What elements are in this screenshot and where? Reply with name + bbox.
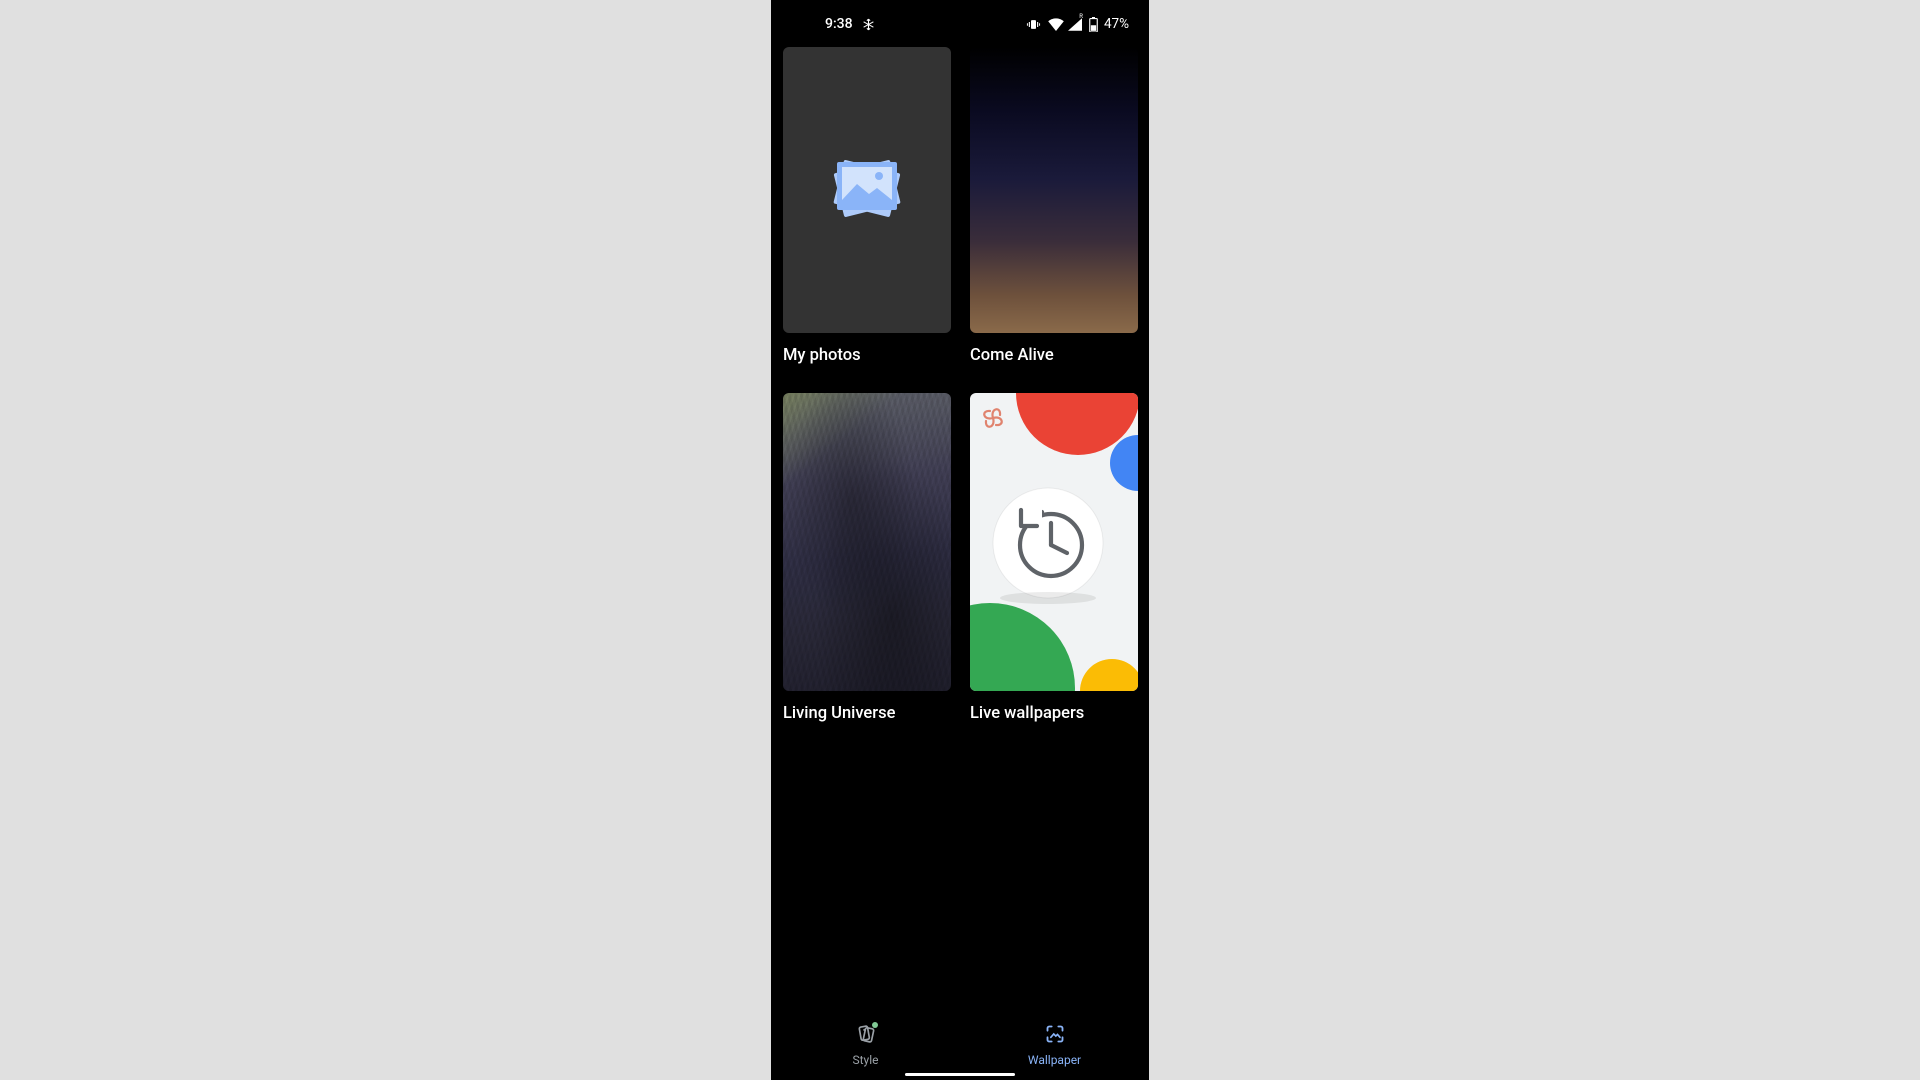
wallpaper-icon [1045,1024,1065,1048]
category-thumb-live-wallpapers [970,393,1138,691]
status-bar: 9:38 [771,9,1149,39]
category-thumb-come-alive [970,47,1138,333]
vibrate-icon [1026,17,1041,32]
battery-percentage: 47% [1104,16,1129,32]
wallpaper-categories: My photos Come Alive Living Universe [771,47,1149,723]
category-come-alive[interactable]: Come Alive [970,47,1138,365]
category-label: Come Alive [970,346,1138,365]
category-label: My photos [783,346,951,365]
nav-style[interactable]: Style [771,1010,960,1080]
battery-icon [1089,17,1098,32]
snowflake-icon [862,18,875,31]
bottom-nav: Style Wallpaper [771,1010,1149,1080]
category-label: Live wallpapers [970,704,1138,723]
category-living-universe[interactable]: Living Universe [783,393,951,723]
nav-label-wallpaper: Wallpaper [1028,1053,1081,1067]
home-indicator[interactable] [905,1073,1015,1076]
status-right: R 47% [1026,16,1129,32]
status-time: 9:38 [825,16,853,32]
status-left: 9:38 [825,16,875,32]
category-thumb-my-photos [783,47,951,333]
category-thumb-living-universe [783,393,951,691]
signal-icon: R [1068,18,1082,31]
category-label: Living Universe [783,704,951,723]
wifi-icon [1048,18,1064,31]
style-icon [856,1024,876,1048]
category-live-wallpapers[interactable]: Live wallpapers [970,393,1138,723]
photos-stack-icon [809,148,925,232]
category-my-photos[interactable]: My photos [783,47,951,365]
nav-label-style: Style [852,1053,878,1067]
phone-screen: 9:38 [771,0,1149,1080]
nav-wallpaper[interactable]: Wallpaper [960,1010,1149,1080]
